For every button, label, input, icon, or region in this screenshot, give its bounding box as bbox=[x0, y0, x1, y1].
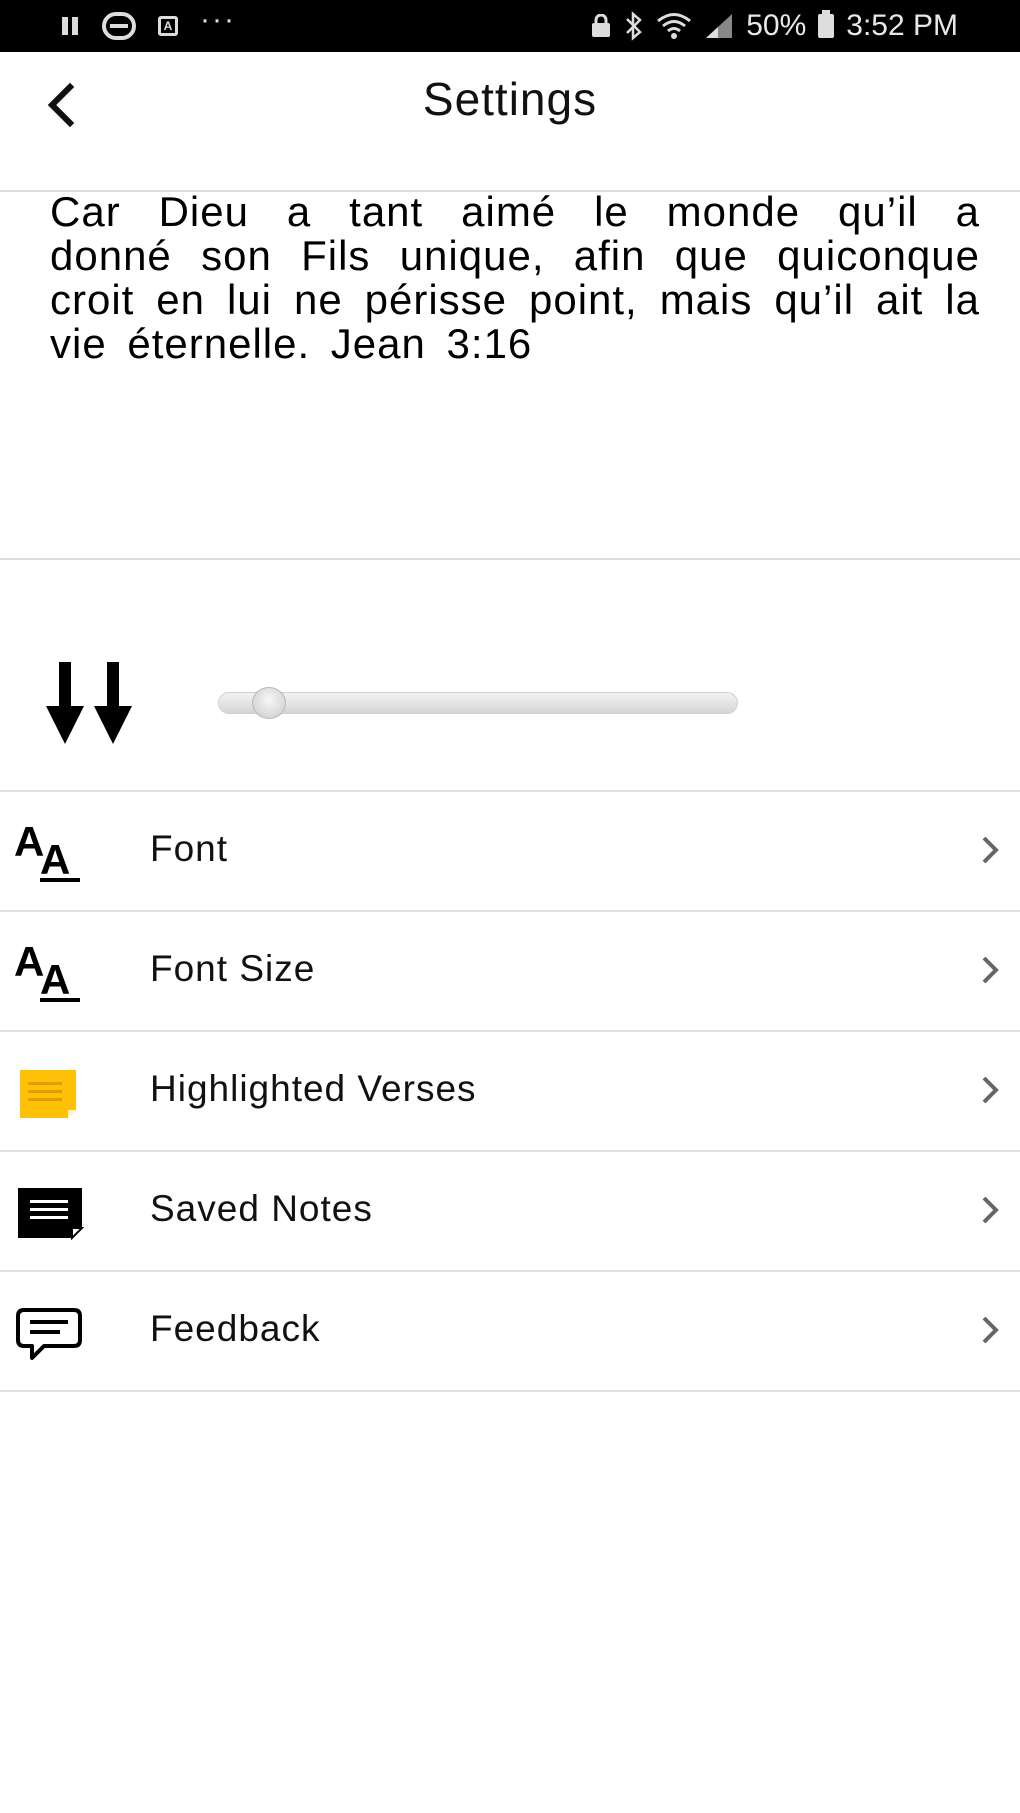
lock-icon bbox=[592, 14, 611, 37]
chevron-right-icon bbox=[982, 1316, 999, 1344]
more-dots-icon: ··· bbox=[200, 3, 236, 36]
font-size-icon: A A bbox=[14, 940, 80, 1003]
header: Settings bbox=[0, 52, 1020, 152]
bluetooth-icon bbox=[626, 11, 643, 41]
chevron-right-icon bbox=[982, 1076, 999, 1104]
menu-item-highlighted-verses[interactable]: Highlighted Verses bbox=[0, 1032, 1020, 1150]
font-icon: A A bbox=[14, 820, 80, 883]
slider-thumb[interactable] bbox=[252, 687, 287, 719]
signal-icon bbox=[706, 14, 733, 38]
wifi-icon bbox=[657, 13, 692, 39]
battery-percent: 50% bbox=[746, 9, 807, 42]
settings-menu: A A Font A A Font Size Highlighted Verse… bbox=[0, 790, 1020, 1392]
menu-item-saved-notes[interactable]: Saved Notes bbox=[0, 1152, 1020, 1270]
menu-item-font[interactable]: A A Font bbox=[0, 792, 1020, 910]
printer-icon bbox=[102, 12, 136, 40]
double-down-arrow-icon bbox=[46, 662, 132, 744]
pause-icon bbox=[60, 16, 80, 36]
svg-text:A: A bbox=[40, 836, 70, 883]
chevron-right-icon bbox=[982, 836, 999, 864]
menu-label: Highlighted Verses bbox=[150, 1068, 477, 1109]
sticky-note-icon bbox=[20, 1070, 76, 1118]
menu-label: Font Size bbox=[150, 948, 316, 989]
app-a-icon: A bbox=[158, 16, 178, 36]
divider bbox=[0, 1390, 1020, 1392]
scroll-speed-slider[interactable] bbox=[218, 687, 738, 719]
chevron-right-icon bbox=[982, 956, 999, 984]
menu-item-feedback[interactable]: Feedback bbox=[0, 1272, 1020, 1390]
page-title: Settings bbox=[422, 73, 598, 125]
chat-bubble-icon bbox=[16, 1308, 82, 1360]
status-bar: A ··· 50% 3:52 PM bbox=[0, 0, 1020, 52]
svg-text:A: A bbox=[40, 956, 70, 1003]
menu-label: Font bbox=[150, 828, 229, 869]
chevron-right-icon bbox=[982, 1196, 999, 1224]
battery-icon bbox=[818, 10, 835, 38]
verse-preview-text: Car Dieu a tant aimé le monde qu’il a do… bbox=[50, 188, 980, 367]
clock: 3:52 PM bbox=[846, 9, 958, 42]
status-left-icons: A ··· bbox=[60, 0, 236, 52]
menu-item-font-size[interactable]: A A Font Size bbox=[0, 912, 1020, 1030]
menu-label: Feedback bbox=[150, 1308, 321, 1349]
status-right-icons: 50% 3:52 PM bbox=[590, 0, 958, 52]
menu-label: Saved Notes bbox=[150, 1188, 373, 1229]
scroll-speed-row bbox=[0, 650, 1020, 760]
note-icon bbox=[18, 1188, 84, 1241]
